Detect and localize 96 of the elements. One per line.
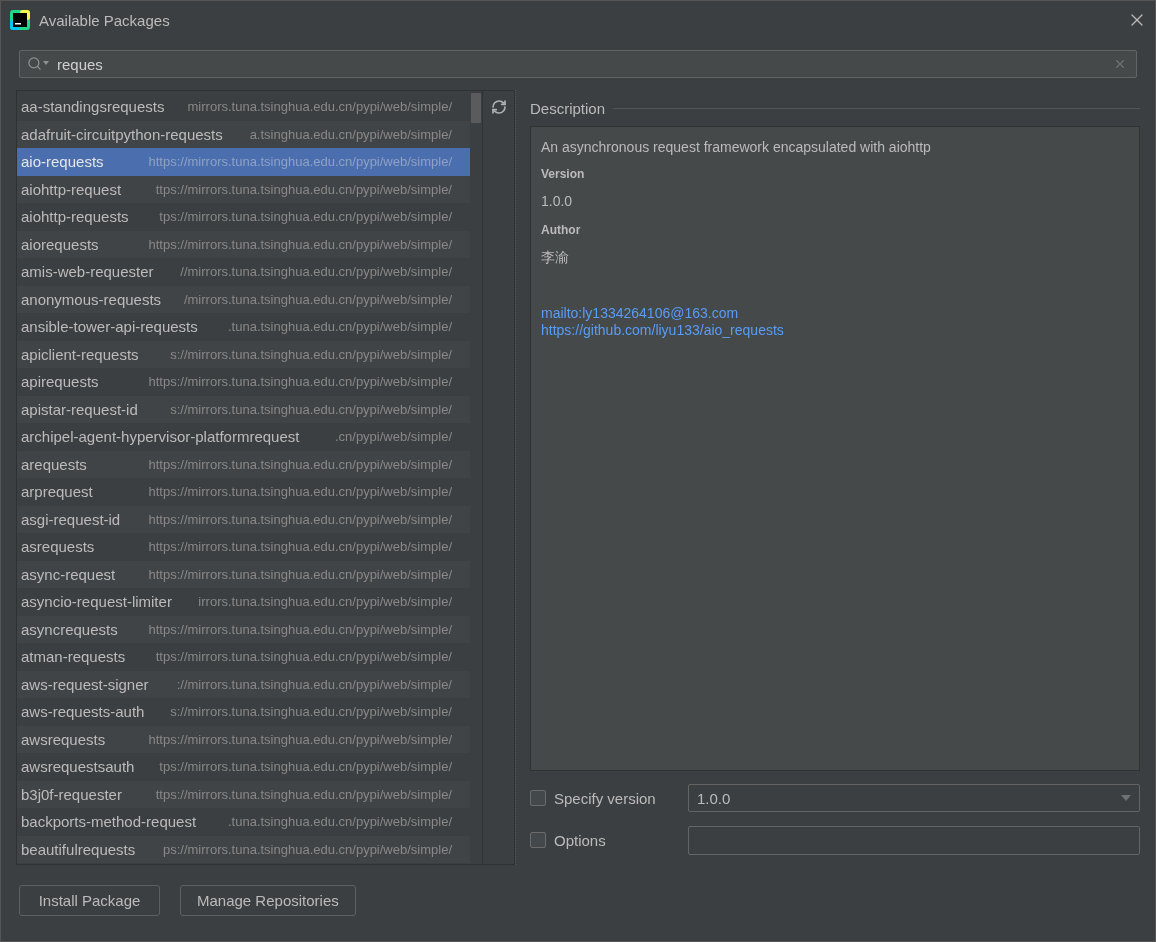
repository-url: https://mirrors.tuna.tsinghua.edu.cn/pypi/web/simple/ xyxy=(148,374,452,390)
repository-url: mirrors.tuna.tsinghua.edu.cn/pypi/web/simple/ xyxy=(187,99,452,115)
package-name: aiohttp-request xyxy=(21,180,122,198)
repository-url: ://mirrors.tuna.tsinghua.edu.cn/pypi/web/simple/ xyxy=(176,676,452,692)
repository-url: https://mirrors.tuna.tsinghua.edu.cn/pypi/web/simple/ xyxy=(148,539,452,555)
package-name: atman-requests xyxy=(21,648,126,666)
package-name: aiohttp-requests xyxy=(21,208,129,226)
package-row[interactable]: asyncrequests https://mirrors.tuna.tsinghua.edu.cn/pypi/web/simple/ xyxy=(17,615,470,643)
package-row[interactable]: apistar-request-id s://mirrors.tuna.tsinghua.edu.cn/pypi/web/simple/ xyxy=(17,395,470,423)
repository-url: /mirrors.tuna.tsinghua.edu.cn/pypi/web/simple/ xyxy=(183,291,452,307)
repository-url: a.tsinghua.edu.cn/pypi/web/simple/ xyxy=(249,126,452,142)
link[interactable]: https://github.com/liyu133/aio_requests xyxy=(541,322,784,339)
repository-url: //mirrors.tuna.tsinghua.edu.cn/pypi/web/simple/ xyxy=(180,264,452,280)
package-name: async-request xyxy=(21,565,116,583)
repository-url: https://mirrors.tuna.tsinghua.edu.cn/pypi/web/simple/ xyxy=(148,566,452,582)
checkbox-label: Specify version xyxy=(554,789,657,807)
search-icon[interactable] xyxy=(27,56,42,71)
repository-url: s://mirrors.tuna.tsinghua.edu.cn/pypi/web/simple/ xyxy=(170,704,452,720)
dialog-button[interactable]: Install Package xyxy=(19,885,160,916)
package-name: aa-standingsrequests xyxy=(21,98,165,116)
package-row[interactable]: anonymous-requests /mirrors.tuna.tsinghua.edu.cn/pypi/web/simple/ xyxy=(17,285,470,313)
package-row[interactable]: adafruit-circuitpython-requests a.tsinghua.edu.cn/pypi/web/simple/ xyxy=(17,120,470,148)
repository-url: https://mirrors.tuna.tsinghua.edu.cn/pypi/web/simple/ xyxy=(148,621,452,637)
repository-url: https://mirrors.tuna.tsinghua.edu.cn/pypi/web/simple/ xyxy=(148,236,452,252)
package-name: asyncrequests xyxy=(21,620,118,638)
package-name: aws-requests-auth xyxy=(21,703,145,721)
package-name: b3j0f-requester xyxy=(21,785,122,803)
package-name: arequests xyxy=(21,455,87,473)
repository-url: https://mirrors.tuna.tsinghua.edu.cn/pypi/web/simple/ xyxy=(148,511,452,527)
repository-url: ttps://mirrors.tuna.tsinghua.edu.cn/pypi/web/simple/ xyxy=(155,786,452,802)
repository-url: ttps://mirrors.tuna.tsinghua.edu.cn/pypi/web/simple/ xyxy=(155,181,452,197)
repository-url: .cn/pypi/web/simple/ xyxy=(334,429,452,445)
package-name: apiclient-requests xyxy=(21,345,139,363)
package-row[interactable]: aiohttp-request ttps://mirrors.tuna.tsinghua.edu.cn/pypi/web/simple/ xyxy=(17,175,470,203)
repository-url: tps://mirrors.tuna.tsinghua.edu.cn/pypi/web/simple/ xyxy=(159,759,452,775)
repository-url: https://mirrors.tuna.tsinghua.edu.cn/pypi/web/simple/ xyxy=(148,456,452,472)
package-name: ansible-tower-api-requests xyxy=(21,318,198,336)
package-name: apirequests xyxy=(21,373,99,391)
package-name: beautifulrequests xyxy=(21,840,136,858)
package-name: backports-method-request xyxy=(21,813,197,831)
package-name: aio-requests xyxy=(21,153,104,171)
package-row[interactable]: arequests https://mirrors.tuna.tsinghua.edu.cn/pypi/web/simple/ xyxy=(17,450,470,478)
package-row[interactable]: apiclient-requests s://mirrors.tuna.tsinghua.edu.cn/pypi/web/simple/ xyxy=(17,340,470,368)
repository-url: https://mirrors.tuna.tsinghua.edu.cn/pypi/web/simple/ xyxy=(148,484,452,500)
dropdown-arrow-icon xyxy=(1121,795,1131,801)
package-row[interactable]: b3j0f-requester ttps://mirrors.tuna.tsinghua.edu.cn/pypi/web/simple/ xyxy=(17,780,470,808)
package-name: asyncio-request-limiter xyxy=(21,593,172,611)
field-label: Author xyxy=(541,223,582,237)
repository-url: https://mirrors.tuna.tsinghua.edu.cn/pypi/web/simple/ xyxy=(148,154,452,170)
repository-url: irrors.tuna.tsinghua.edu.cn/pypi/web/simple/ xyxy=(198,594,452,610)
package-name: adafruit-circuitpython-requests xyxy=(21,125,223,143)
package-name: archipel-agent-hypervisor-platformrequest xyxy=(21,428,300,446)
repository-url: https://mirrors.tuna.tsinghua.edu.cn/pypi/web/simple/ xyxy=(148,731,452,747)
package-name: aws-request-signer xyxy=(21,675,149,693)
search-field[interactable]: reques xyxy=(19,50,1137,78)
package-name: arprequest xyxy=(21,483,93,501)
package-row[interactable]: asgi-request-id https://mirrors.tuna.tsinghua.edu.cn/pypi/web/simple/ xyxy=(17,505,470,533)
checkbox-label: Options xyxy=(554,831,607,849)
package-row[interactable]: aio-requests https://mirrors.tuna.tsinghua.edu.cn/pypi/web/simple/ xyxy=(17,148,470,176)
checkbox[interactable] xyxy=(530,790,546,806)
field-label: Version xyxy=(541,167,586,181)
package-name: awsrequests xyxy=(21,730,106,748)
package-summary: An asynchronous request framework encapsulated with aiohttp xyxy=(541,139,932,155)
repository-url: .tuna.tsinghua.edu.cn/pypi/web/simple/ xyxy=(227,814,452,830)
checkbox[interactable] xyxy=(530,832,546,848)
link[interactable]: mailto:ly1334264106@163.com xyxy=(541,305,739,322)
field-value: 李渝 xyxy=(541,249,570,267)
package-name: apistar-request-id xyxy=(21,400,138,418)
repository-url: .tuna.tsinghua.edu.cn/pypi/web/simple/ xyxy=(227,319,452,335)
package-row[interactable]: aiorequests https://mirrors.tuna.tsinghua.edu.cn/pypi/web/simple/ xyxy=(17,230,470,258)
package-name: awsrequestsauth xyxy=(21,758,135,776)
package-name: anonymous-requests xyxy=(21,290,162,308)
package-name: aiorequests xyxy=(21,235,99,253)
package-name: asrequests xyxy=(21,538,95,556)
repository-url: s://mirrors.tuna.tsinghua.edu.cn/pypi/web/simple/ xyxy=(170,401,452,417)
caret-icon[interactable] xyxy=(43,61,49,65)
repository-url: ttps://mirrors.tuna.tsinghua.edu.cn/pypi/web/simple/ xyxy=(155,649,452,665)
package-name: asgi-request-id xyxy=(21,510,121,528)
repository-url: ps://mirrors.tuna.tsinghua.edu.cn/pypi/web/simple/ xyxy=(162,841,452,857)
version-dropdown[interactable]: 1.0.0 xyxy=(688,784,1140,812)
scrollbar-thumb[interactable] xyxy=(471,93,481,123)
package-row[interactable]: aws-request-signer ://mirrors.tuna.tsinghua.edu.cn/pypi/web/simple/ xyxy=(17,670,470,698)
package-row[interactable]: async-request https://mirrors.tuna.tsinghua.edu.cn/pypi/web/simple/ xyxy=(17,560,470,588)
repository-url: s://mirrors.tuna.tsinghua.edu.cn/pypi/web/simple/ xyxy=(170,346,452,362)
refresh-icon[interactable] xyxy=(490,99,507,115)
dialog-button[interactable]: Manage Repositories xyxy=(180,885,356,916)
app-logo-icon xyxy=(10,10,30,30)
package-row[interactable]: beautifulrequests ps://mirrors.tuna.tsinghua.edu.cn/pypi/web/simple/ xyxy=(17,835,470,863)
options-field[interactable] xyxy=(688,825,1140,855)
package-row[interactable]: awsrequests https://mirrors.tuna.tsinghua.edu.cn/pypi/web/simple/ xyxy=(17,725,470,753)
clear-icon[interactable] xyxy=(1113,57,1127,71)
repository-url: tps://mirrors.tuna.tsinghua.edu.cn/pypi/web/simple/ xyxy=(159,209,452,225)
section-heading: Description xyxy=(530,99,606,117)
package-name: amis-web-requester xyxy=(21,263,154,281)
field-value: 1.0.0 xyxy=(541,193,574,209)
window-title: Available Packages xyxy=(39,11,171,29)
